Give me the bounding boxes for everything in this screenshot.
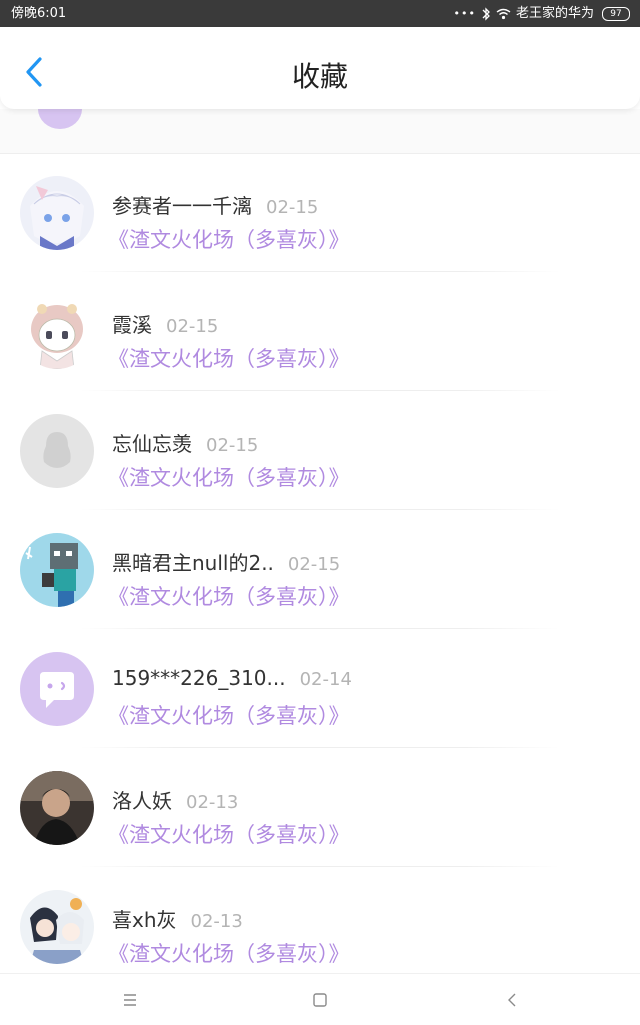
avatar[interactable]	[20, 176, 94, 250]
more-notifications-icon: •••	[453, 7, 476, 20]
user-name: 159***226_310...	[112, 666, 286, 690]
list-item-title: 洛人妖 02-13	[112, 785, 238, 814]
item-date: 02-14	[299, 669, 352, 690]
photo-portrait-avatar-icon	[20, 771, 94, 845]
book-title-link[interactable]: 《渣文火化场（多喜灰）》	[108, 343, 350, 373]
user-name: 洛人妖	[112, 789, 172, 813]
default-penguin-avatar-icon	[20, 414, 94, 488]
user-name: 喜xh灰	[112, 908, 177, 932]
list-item-title: 黑暗君主null的2.. 02-15	[112, 547, 340, 576]
purple-chat-avatar-icon	[20, 652, 94, 726]
list-item-title: 参赛者一一千漓 02-15	[112, 190, 318, 219]
item-date: 02-13	[190, 911, 243, 932]
avatar[interactable]	[20, 295, 94, 369]
user-name: 参赛者一一千漓	[112, 194, 252, 218]
list-item-title: 霞溪 02-15	[112, 309, 218, 338]
list-item[interactable]: 喜xh灰 02-13 《渣文火化场（多喜灰）》	[0, 867, 640, 973]
anime-duo-avatar-icon	[20, 890, 94, 964]
avatar	[38, 109, 82, 129]
avatar[interactable]	[20, 414, 94, 488]
book-title-link[interactable]: 《渣文火化场（多喜灰）》	[108, 581, 350, 611]
list-item[interactable]: 159***226_310... 02-14 《渣文火化场（多喜灰）》	[0, 629, 640, 748]
list-item[interactable]: 霞溪 02-15 《渣文火化场（多喜灰）》	[0, 272, 640, 391]
book-title-link[interactable]: 《渣文火化场（多喜灰）》	[108, 700, 350, 730]
list-item[interactable]: 忘仙忘羡 02-15 《渣文火化场（多喜灰）》	[0, 391, 640, 510]
list-item-title: 忘仙忘羡 02-15	[112, 428, 258, 457]
user-name: 霞溪	[112, 313, 152, 337]
menu-button[interactable]	[118, 988, 142, 1012]
list-item[interactable]: 参赛者一一千漓 02-15 《渣文火化场（多喜灰）》	[0, 153, 640, 272]
book-title-link[interactable]: 《渣文火化场（多喜灰）》	[108, 224, 350, 254]
book-title-link[interactable]: 《渣文火化场（多喜灰）》	[108, 462, 350, 492]
list-item[interactable]: 洛人妖 02-13 《渣文火化场（多喜灰）》	[0, 748, 640, 867]
favorites-list[interactable]: 参赛者一一千漓 02-15 《渣文火化场（多喜灰）》 霞溪 02-15 《渣文火化场…	[0, 109, 640, 973]
item-date: 02-15	[287, 554, 341, 575]
back-arrow-icon	[508, 993, 516, 1007]
battery-indicator: 97	[602, 6, 630, 21]
user-name: 忘仙忘羡	[112, 432, 192, 456]
home-button[interactable]	[308, 988, 332, 1012]
bluetooth-icon	[481, 6, 491, 21]
system-back-button[interactable]	[500, 988, 524, 1012]
carrier-label: 老王家的华为	[515, 6, 594, 21]
item-date: 02-15	[206, 435, 259, 456]
page-title: 收藏	[291, 60, 348, 93]
status-time: 傍晚6:01	[11, 6, 67, 21]
system-nav-bar	[0, 973, 640, 1025]
user-name: 黑暗君主null的2..	[112, 551, 274, 575]
chibi-character-avatar-icon	[20, 295, 94, 369]
partial-list-item[interactable]	[0, 109, 640, 154]
anime-character-avatar-icon	[20, 176, 94, 250]
avatar[interactable]	[20, 652, 94, 726]
item-date: 02-15	[166, 316, 219, 337]
pixel-character-avatar-icon	[20, 533, 94, 607]
avatar[interactable]	[20, 533, 94, 607]
book-title-link[interactable]: 《渣文火化场（多喜灰）》	[108, 938, 350, 968]
list-item-title: 喜xh灰 02-13	[112, 904, 243, 933]
list-item[interactable]: 黑暗君主null的2.. 02-15 《渣文火化场（多喜灰）》	[0, 510, 640, 629]
book-title-link[interactable]: 《渣文火化场（多喜灰）》	[108, 819, 350, 849]
list-item-title: 159***226_310... 02-14	[112, 666, 352, 690]
status-bar: 傍晚6:01 ••• 老王家的华为 97	[0, 0, 640, 27]
wifi-icon	[496, 8, 511, 20]
item-date: 02-15	[266, 197, 319, 218]
status-icons: ••• 老王家的华为 97	[454, 0, 630, 27]
avatar[interactable]	[20, 890, 94, 964]
menu-icon	[124, 994, 136, 1006]
item-date: 02-13	[186, 792, 239, 813]
avatar[interactable]	[20, 771, 94, 845]
app-header: 收藏	[0, 27, 640, 109]
home-square-icon	[313, 993, 327, 1007]
